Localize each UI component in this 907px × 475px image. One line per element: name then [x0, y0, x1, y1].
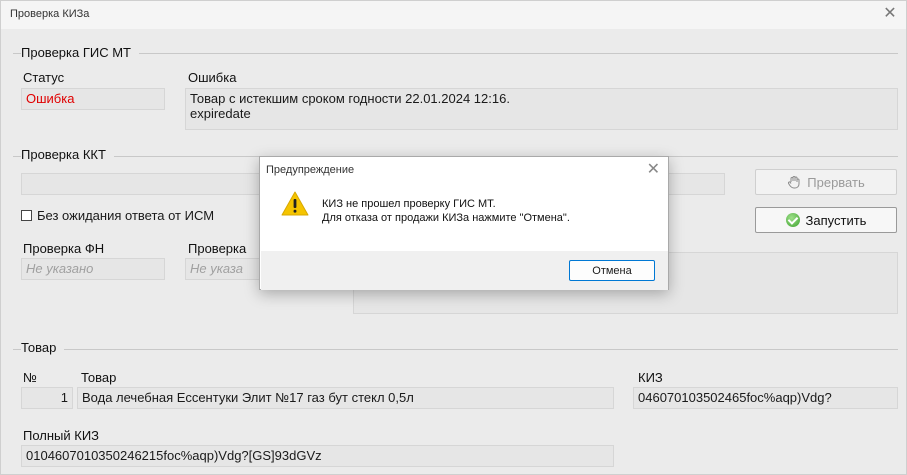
checkbox-box[interactable]	[21, 210, 32, 221]
warning-dialog: Предупреждение ✕ КИЗ не прошел проверку …	[259, 156, 669, 290]
row-no-field: 1	[21, 387, 73, 409]
no-wait-label: Без ожидания ответа от ИСМ	[37, 208, 215, 223]
row-item-field: Вода лечебная Ессентуки Элит №17 газ бут…	[77, 387, 614, 409]
hand-icon	[787, 175, 801, 189]
close-icon[interactable]: ✕	[647, 159, 660, 179]
error-text-line1: Товар с истекшим сроком годности 22.01.2…	[190, 91, 510, 106]
close-icon[interactable]: ✕	[880, 4, 900, 24]
stop-button[interactable]: Прервать	[755, 169, 897, 195]
dialog-footer: Отмена	[261, 251, 668, 290]
dialog-message-line2: Для отказа от продажи КИЗа нажмите "Отме…	[322, 212, 570, 224]
group-divider	[13, 349, 898, 350]
error-text-line2: expiredate	[190, 106, 251, 121]
full-kiz-label: Полный КИЗ	[23, 428, 100, 443]
row-kiz-field: 046070103502465foc%aqp)Vdg?	[633, 387, 898, 409]
check-circle-icon	[785, 213, 800, 227]
second-check-label: Проверка	[188, 241, 247, 256]
full-kiz-field: 0104607010350246215foc%aqp)Vdg?[GS]93dGV…	[21, 445, 614, 467]
warning-icon	[281, 191, 309, 217]
window-title: Проверка КИЗа	[10, 8, 90, 20]
start-button[interactable]: Запустить	[755, 207, 897, 233]
title-bar: Проверка КИЗа ✕	[1, 1, 906, 29]
gis-group-title: Проверка ГИС МТ	[21, 45, 139, 60]
cancel-button[interactable]: Отмена	[569, 260, 655, 281]
dialog-body: КИЗ не прошел проверку ГИС МТ. Для отказ…	[261, 181, 668, 251]
col-item-header: Товар	[81, 370, 117, 385]
kkt-group-title: Проверка ККТ	[21, 147, 114, 162]
fn-field: Не указано	[21, 258, 165, 280]
status-field: Ошибка	[21, 88, 165, 110]
col-no-header: №	[23, 370, 37, 385]
start-button-label: Запустить	[805, 212, 867, 228]
group-divider	[13, 53, 898, 54]
goods-group-title: Товар	[21, 340, 65, 355]
dialog-message-line1: КИЗ не прошел проверку ГИС МТ.	[322, 198, 496, 210]
error-field: Товар с истекшим сроком годности 22.01.2…	[185, 88, 898, 130]
status-label: Статус	[23, 70, 65, 85]
no-wait-checkbox[interactable]: Без ожидания ответа от ИСМ	[21, 208, 214, 223]
dialog-title: Предупреждение	[266, 164, 355, 176]
col-kiz-header: КИЗ	[638, 370, 663, 385]
stop-button-label: Прервать	[807, 174, 865, 190]
error-label: Ошибка	[188, 70, 237, 85]
dialog-message: КИЗ не прошел проверку ГИС МТ. Для отказ…	[322, 197, 570, 225]
fn-label: Проверка ФН	[23, 241, 105, 256]
